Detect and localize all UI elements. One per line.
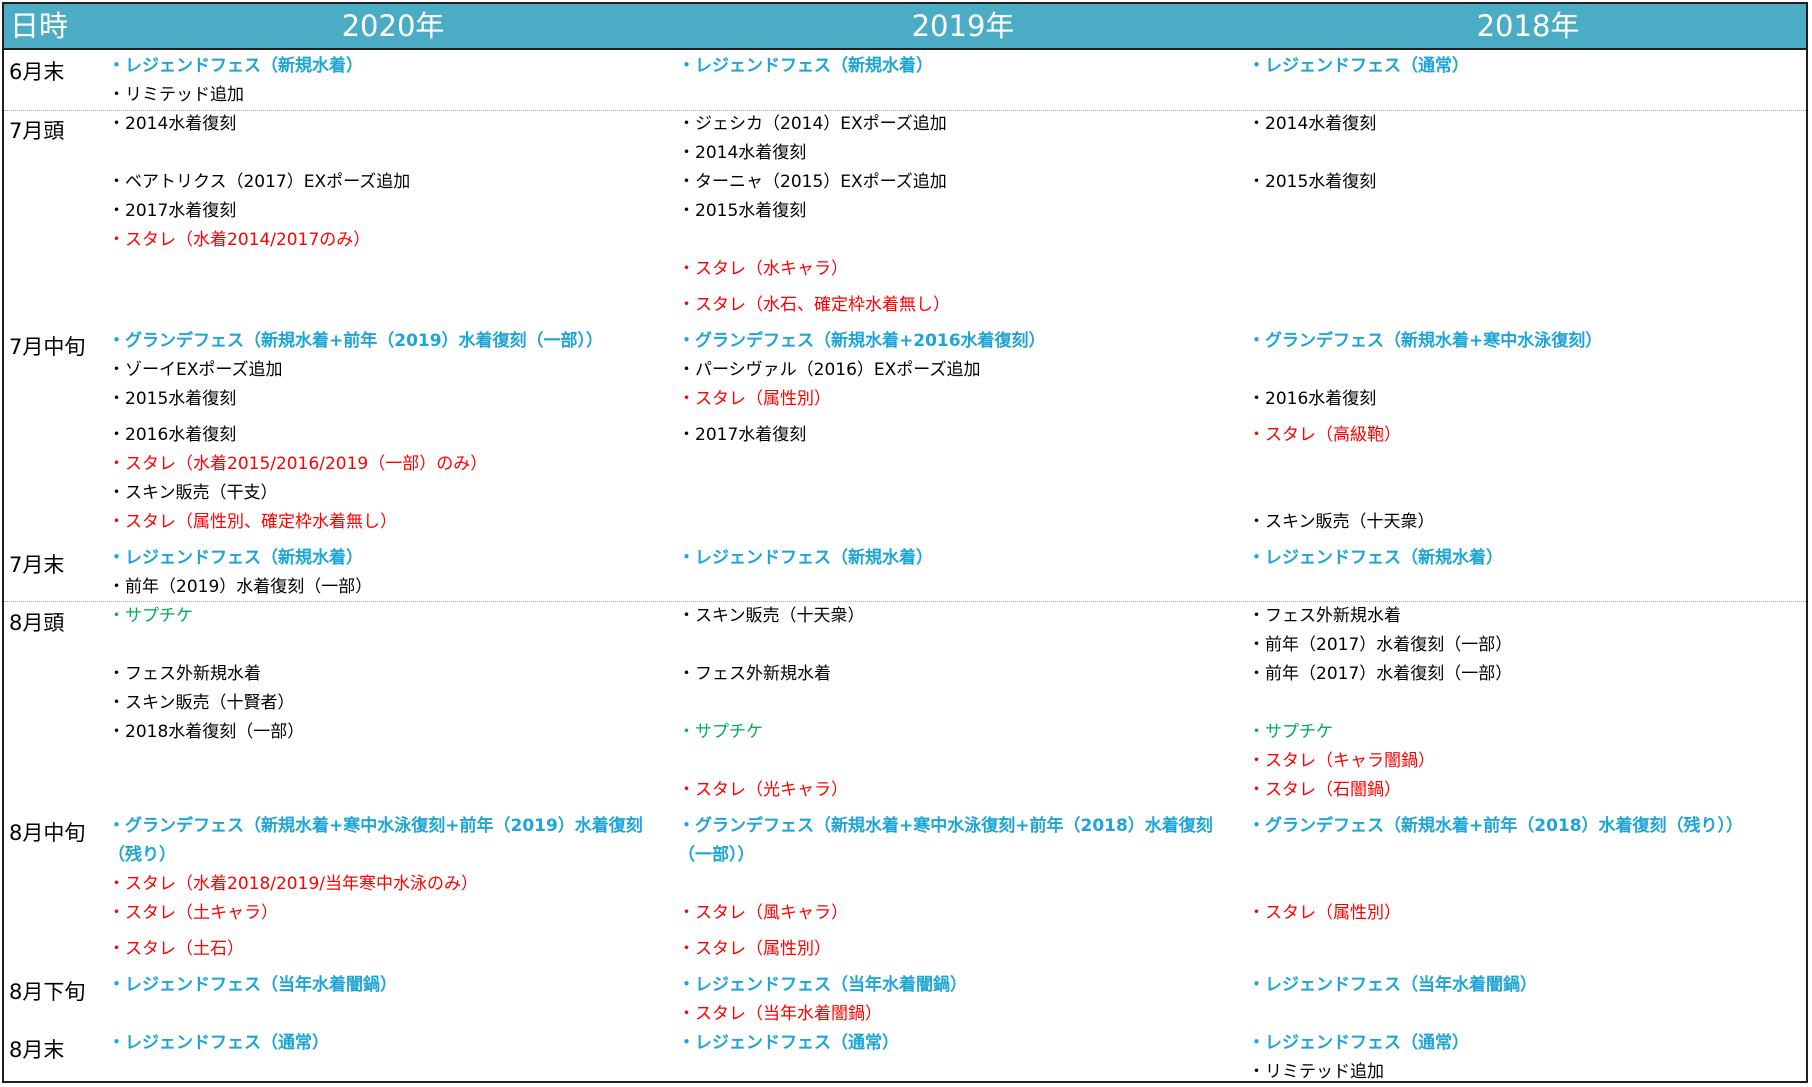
schedule-item: ・グランデフェス（新規水着+寒中水泳復刻+前年（2018）水着復刻（一部））	[678, 816, 1213, 865]
schedule-item: ・グランデフェス（新規水着+寒中水泳復刻）	[1248, 331, 1603, 351]
period-label: 8月末	[9, 1038, 65, 1062]
header-2018: 2018年	[1476, 9, 1580, 43]
schedule-item: ・スタレ（水着2014/2017のみ）	[108, 230, 371, 250]
schedule-item: ・スタレ（光キャラ）	[678, 780, 848, 800]
schedule-item: ・スタレ（水着2018/2019/当年寒中水泳のみ）	[108, 874, 478, 894]
schedule-item: ・レジェンドフェス（当年水着闇鍋）	[678, 975, 967, 995]
schedule-item: ・2016水着復刻	[1248, 389, 1377, 409]
schedule-item: ・グランデフェス（新規水着+2016水着復刻）	[678, 331, 1046, 351]
schedule-item: ・前年（2019）水着復刻（一部）	[108, 577, 373, 597]
schedule-item: ・レジェンドフェス（通常）	[1248, 1033, 1469, 1053]
schedule-item: ・スキン販売（干支）	[108, 483, 278, 503]
period-label: 8月下旬	[9, 980, 86, 1004]
schedule-table: 日時 2020年 2019年 2018年 6月末 7月頭 7月中旬 7月末 8月…	[2, 2, 1808, 1083]
schedule-item: ・サプチケ	[108, 606, 193, 626]
schedule-item: ・2014水着復刻	[1248, 114, 1377, 134]
schedule-item: ・2015水着復刻	[1248, 172, 1377, 192]
schedule-item: ・レジェンドフェス（新規水着）	[678, 56, 933, 76]
schedule-item: ・レジェンドフェス（通常）	[678, 1033, 899, 1053]
header-2020: 2020年	[341, 9, 445, 43]
period-label: 8月中旬	[9, 821, 86, 845]
schedule-item: ・スタレ（属性別、確定枠水着無し）	[108, 512, 397, 532]
schedule-item: ・グランデフェス（新規水着+寒中水泳復刻+前年（2019）水着復刻（残り）	[108, 816, 643, 865]
table-header: 日時 2020年 2019年 2018年	[4, 4, 1806, 50]
schedule-item: ・スキン販売（十賢者）	[108, 693, 295, 713]
schedule-item: ・スタレ（高級鞄）	[1248, 425, 1401, 445]
schedule-item: ・スタレ（石闇鍋）	[1248, 780, 1401, 800]
schedule-item: ・レジェンドフェス（新規水着）	[108, 56, 363, 76]
schedule-item: ・スキン販売（十天衆）	[1248, 512, 1435, 532]
period-label: 7月頭	[9, 119, 65, 143]
schedule-item: ・スタレ（水着2015/2016/2019（一部）のみ）	[108, 454, 488, 474]
schedule-item: ・スタレ（土キャラ）	[108, 903, 278, 923]
schedule-item: ・前年（2017）水着復刻（一部）	[1248, 635, 1513, 655]
schedule-item: ・スタレ（属性別）	[678, 939, 831, 959]
schedule-item: ・スタレ（属性別）	[678, 389, 831, 409]
schedule-item: ・ジェシカ（2014）EXポーズ追加	[678, 114, 947, 134]
schedule-item: ・レジェンドフェス（新規水着）	[678, 548, 933, 568]
schedule-item: ・2014水着復刻	[108, 114, 237, 134]
schedule-item: ・2015水着復刻	[678, 201, 807, 221]
period-label: 7月中旬	[9, 335, 86, 359]
schedule-item: ・前年（2017）水着復刻（一部）	[1248, 664, 1513, 684]
period-label: 7月末	[9, 553, 65, 577]
schedule-item: ・ベアトリクス（2017）EXポーズ追加	[108, 172, 411, 192]
schedule-item: ・2018水着復刻（一部）	[108, 722, 305, 742]
schedule-item: ・ターニャ（2015）EXポーズ追加	[678, 172, 947, 192]
header-2019: 2019年	[911, 9, 1015, 43]
schedule-item: ・2014水着復刻	[678, 143, 807, 163]
schedule-item: ・2017水着復刻	[108, 201, 237, 221]
schedule-item: ・グランデフェス（新規水着+前年（2019）水着復刻（一部））	[108, 331, 604, 351]
schedule-item: ・スタレ（当年水着闇鍋）	[678, 1004, 882, 1024]
schedule-item: ・2016水着復刻	[108, 425, 237, 445]
schedule-item: ・スタレ（キャラ闇鍋）	[1248, 751, 1435, 771]
schedule-item: ・レジェンドフェス（新規水着）	[108, 548, 363, 568]
schedule-item: ・サプチケ	[1248, 722, 1333, 742]
schedule-item: ・2015水着復刻	[108, 389, 237, 409]
period-label: 6月末	[9, 60, 65, 84]
schedule-item: ・リミテッド追加	[108, 85, 244, 105]
schedule-item: ・スタレ（土石）	[108, 939, 244, 959]
schedule-item: ・レジェンドフェス（当年水着闇鍋）	[1248, 975, 1537, 995]
schedule-item: ・フェス外新規水着	[108, 664, 261, 684]
schedule-item: ・レジェンドフェス（通常）	[1248, 56, 1469, 76]
schedule-item: ・レジェンドフェス（通常）	[108, 1033, 329, 1053]
schedule-item: ・フェス外新規水着	[1248, 606, 1401, 626]
schedule-item: ・ゾーイEXポーズ追加	[108, 360, 283, 380]
schedule-item: ・サプチケ	[678, 722, 763, 742]
schedule-item: ・2017水着復刻	[678, 425, 807, 445]
schedule-item: ・スタレ（水石、確定枠水着無し）	[678, 295, 950, 315]
schedule-item: ・グランデフェス（新規水着+前年（2018）水着復刻（残り））	[1248, 816, 1744, 836]
schedule-item: ・スタレ（水キャラ）	[678, 259, 848, 279]
schedule-item: ・スキン販売（十天衆）	[678, 606, 865, 626]
schedule-item: ・レジェンドフェス（当年水着闇鍋）	[108, 975, 397, 995]
schedule-item: ・スタレ（属性別）	[1248, 903, 1401, 923]
header-date: 日時	[10, 9, 69, 43]
period-label: 8月頭	[9, 611, 65, 635]
schedule-item: ・パーシヴァル（2016）EXポーズ追加	[678, 360, 981, 380]
schedule-item: ・スタレ（風キャラ）	[678, 903, 848, 923]
schedule-item: ・フェス外新規水着	[678, 664, 831, 684]
schedule-item: ・リミテッド追加	[1248, 1062, 1384, 1082]
schedule-item: ・レジェンドフェス（新規水着）	[1248, 548, 1503, 568]
